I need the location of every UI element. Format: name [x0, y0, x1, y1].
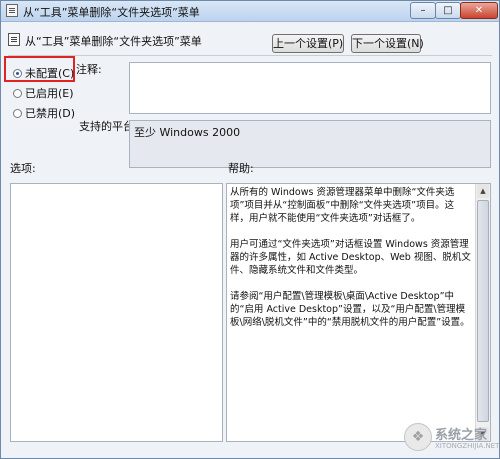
header-divider — [8, 55, 492, 56]
watermark-logo-icon: ❖ — [404, 423, 432, 451]
setting-title: 从“工具”菜单删除“文件夹选项”菜单 — [25, 35, 202, 48]
radio-disabled-label: 已禁用(D) — [25, 107, 76, 120]
help-paragraph: 请参阅“用户配置\管理模板\桌面\Active Desktop”中的“启用 Ac… — [230, 291, 470, 328]
watermark-text: 系统之家 — [435, 428, 488, 443]
maximize-button[interactable]: □ — [435, 2, 461, 19]
radio-unselected-icon[interactable] — [13, 109, 22, 118]
window-title: 从“工具”菜单删除“文件夹选项”菜单 — [23, 6, 200, 19]
policy-icon — [6, 4, 18, 17]
close-button[interactable]: ✕ — [460, 2, 498, 19]
minimize-button[interactable]: – — [410, 2, 436, 19]
help-scrollbar[interactable]: ▲ ▼ — [475, 184, 490, 441]
radio-enabled-label: 已启用(E) — [25, 87, 74, 100]
comment-textarea[interactable] — [129, 62, 491, 114]
dialog-client-area: 从“工具”菜单删除“文件夹选项”菜单 上一个设置(P) 下一个设置(N) 未配置… — [1, 22, 499, 458]
policy-dialog-window: 从“工具”菜单删除“文件夹选项”菜单 – □ ✕ 从“工具”菜单删除“文件夹选项… — [0, 0, 500, 459]
previous-setting-button[interactable]: 上一个设置(P) — [272, 34, 344, 53]
help-paragraph: 从所有的 Windows 资源管理器菜单中删除“文件夹选项”项目并从“控制面板”… — [230, 187, 455, 224]
watermark: ❖ 系统之家 XITONGZHIJIA.NET — [404, 421, 500, 457]
help-text: 从所有的 Windows 资源管理器菜单中删除“文件夹选项”项目并从“控制面板”… — [230, 186, 473, 342]
radio-not-configured-label: 未配置(C) — [25, 67, 75, 80]
scrollbar-thumb[interactable] — [477, 200, 489, 422]
radio-disabled[interactable]: 已禁用(D) — [13, 105, 75, 121]
scroll-up-arrow-icon[interactable]: ▲ — [477, 184, 489, 198]
radio-enabled[interactable]: 已启用(E) — [13, 85, 74, 101]
supported-platform-field: 至少 Windows 2000 — [129, 120, 491, 168]
watermark-url: XITONGZHIJIA.NET — [435, 442, 500, 450]
options-pane[interactable] — [10, 183, 223, 442]
title-bar[interactable]: 从“工具”菜单删除“文件夹选项”菜单 – □ ✕ — [1, 1, 499, 22]
next-setting-button[interactable]: 下一个设置(N) — [351, 34, 424, 53]
comment-label: 注释: — [76, 63, 102, 76]
radio-not-configured[interactable]: 未配置(C) — [13, 65, 74, 81]
options-label: 选项: — [10, 162, 36, 175]
help-paragraph: 用户可通过“文件夹选项”对话框设置 Windows 资源管理器的许多属性，如 A… — [230, 239, 471, 276]
radio-unselected-icon[interactable] — [13, 89, 22, 98]
help-pane[interactable]: 从所有的 Windows 资源管理器菜单中删除“文件夹选项”项目并从“控制面板”… — [226, 183, 491, 442]
setting-icon — [8, 33, 20, 46]
help-label: 帮助: — [228, 162, 254, 175]
radio-selected-icon[interactable] — [13, 69, 22, 78]
